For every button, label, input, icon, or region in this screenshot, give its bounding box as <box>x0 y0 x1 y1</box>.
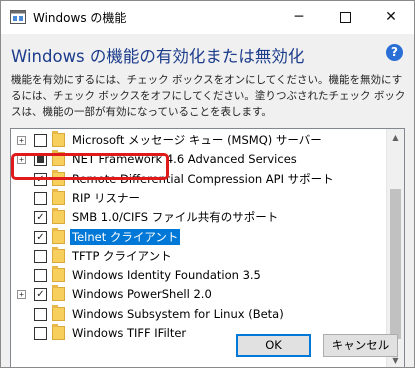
windows-features-dialog: Windows の機能 ─ ✕ Windows の機能の有効化または無効化 ? … <box>0 0 415 368</box>
folder-icon <box>52 266 65 283</box>
feature-label[interactable]: Windows TIFF IFilter <box>70 325 188 341</box>
folder-icon <box>52 188 65 205</box>
folder-icon <box>52 227 65 244</box>
scroll-up-icon[interactable]: ▲ <box>387 129 404 146</box>
feature-checkbox[interactable]: ✓ <box>34 288 47 302</box>
dialog-content: Windows の機能の有効化または無効化 ? 機能を有効にするには、チェック … <box>1 34 414 367</box>
page-title: Windows の機能の有効化または無効化 <box>11 47 305 66</box>
feature-label[interactable]: Microsoft メッセージ キュー (MSMQ) サーバー <box>70 132 324 148</box>
description-text: 機能を有効にするには、チェック ボックスをオンにしてください。機能を無効にするに… <box>11 74 406 118</box>
feature-checkbox[interactable] <box>34 269 47 283</box>
feature-checkbox[interactable] <box>34 191 47 205</box>
feature-label[interactable]: Windows Identity Foundation 3.5 <box>70 267 263 283</box>
feature-checkbox[interactable]: ✓ <box>34 211 47 225</box>
expand-icon[interactable]: + <box>17 290 26 300</box>
folder-icon <box>52 208 65 225</box>
title-bar[interactable]: Windows の機能 ─ ✕ <box>1 1 414 34</box>
folder-icon <box>52 246 65 263</box>
feature-row[interactable]: TFTP クライアント <box>11 246 392 266</box>
feature-row[interactable]: + ✓ Windows PowerShell 2.0 <box>11 285 392 304</box>
feature-label[interactable]: SMB 1.0/CIFS ファイル共有のサポート <box>70 209 280 225</box>
folder-icon <box>52 324 65 340</box>
feature-row[interactable]: Windows Subsystem for Linux (Beta) <box>11 304 392 324</box>
feature-label[interactable]: Windows Subsystem for Linux (Beta) <box>70 306 286 322</box>
feature-row[interactable]: ✓ SMB 1.0/CIFS ファイル共有のサポート <box>11 208 392 227</box>
highlight-annotation <box>11 153 169 180</box>
close-button[interactable]: ✕ <box>368 1 414 34</box>
feature-row[interactable]: Windows Identity Foundation 3.5 <box>11 266 392 285</box>
help-icon[interactable]: ? <box>386 44 403 61</box>
feature-label[interactable]: RIP リスナー <box>70 190 142 206</box>
folder-icon <box>52 285 65 302</box>
cancel-button[interactable]: キャンセル <box>323 334 398 357</box>
maximize-icon <box>339 11 351 23</box>
feature-label[interactable]: Windows PowerShell 2.0 <box>70 286 214 302</box>
feature-checkbox[interactable] <box>34 134 47 147</box>
window-title: Windows の機能 <box>33 11 127 25</box>
feature-row[interactable]: RIP リスナー <box>11 188 392 208</box>
feature-label[interactable]: TFTP クライアント <box>70 248 174 264</box>
feature-checkbox[interactable] <box>34 307 47 321</box>
feature-checkbox[interactable] <box>34 249 47 263</box>
control-panel-icon <box>10 10 26 24</box>
feature-row[interactable]: ✓ Telnet クライアント <box>11 227 392 247</box>
feature-label[interactable]: Telnet クライアント <box>70 228 181 245</box>
feature-row[interactable]: + Microsoft メッセージ キュー (MSMQ) サーバー <box>11 131 392 150</box>
maximize-button[interactable] <box>322 1 368 34</box>
minimize-button[interactable]: ─ <box>276 1 322 34</box>
feature-checkbox[interactable]: ✓ <box>34 230 47 244</box>
vertical-scrollbar[interactable]: ▲ ▼ <box>386 129 404 367</box>
ok-button[interactable]: OK <box>236 334 311 357</box>
scroll-thumb[interactable] <box>390 189 401 339</box>
expand-icon[interactable]: + <box>17 136 26 145</box>
feature-checkbox[interactable] <box>34 327 47 340</box>
folder-icon <box>52 131 65 147</box>
folder-icon <box>52 304 65 321</box>
